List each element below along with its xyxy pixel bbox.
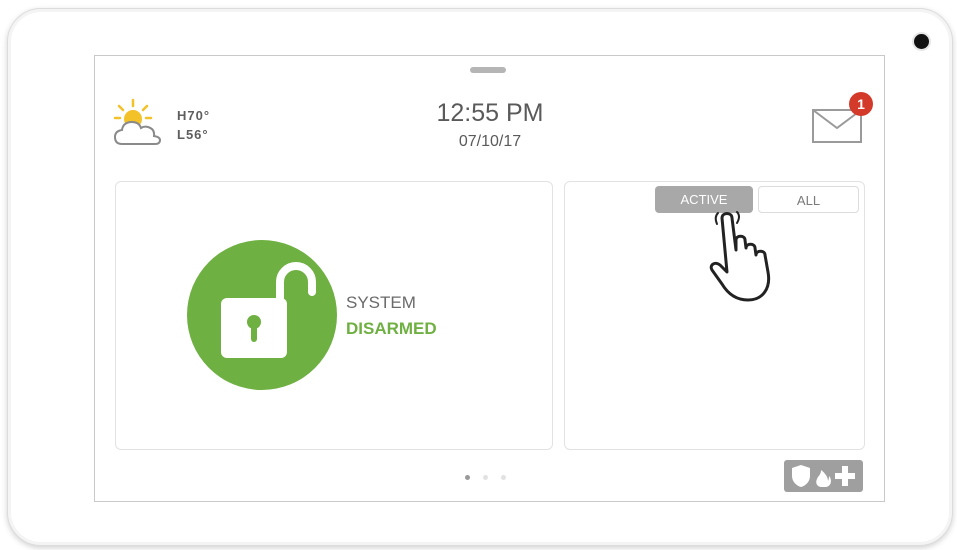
touchscreen: H70° L56° 12:55 PM 07/10/17 1 SYSTEM DIS… (94, 55, 885, 502)
tab-all[interactable]: ALL (758, 186, 859, 213)
page-dot-3[interactable] (501, 475, 506, 480)
current-date: 07/10/17 (458, 133, 522, 150)
temperature-readout: H70° L56° (177, 106, 210, 144)
emergency-icons (792, 465, 855, 487)
clock-widget: 12:55 PM 07/10/17 (395, 98, 585, 154)
tab-active[interactable]: ACTIVE (655, 186, 753, 213)
camera-icon (914, 34, 929, 49)
page-indicator (465, 467, 519, 485)
low-temperature: L56° (177, 127, 209, 142)
partly-cloudy-icon (113, 98, 162, 145)
pull-down-menu-handle[interactable] (470, 67, 506, 73)
unlocked-padlock-icon (221, 262, 316, 358)
weather-widget[interactable]: H70° L56° (113, 98, 243, 148)
current-time: 12:55 PM (436, 99, 544, 127)
sensor-list-panel: ACTIVE ALL (564, 181, 865, 450)
high-temperature: H70° (177, 108, 211, 123)
fire-icon (816, 470, 831, 487)
emergency-button[interactable] (784, 460, 863, 492)
page-dot-1[interactable] (465, 475, 470, 480)
disarmed-lock-button[interactable] (187, 240, 337, 390)
security-status-panel: SYSTEM DISARMED (115, 181, 553, 450)
pointing-hand-icon (709, 211, 771, 302)
unread-messages-badge: 1 (849, 92, 873, 116)
arming-state: DISARMED (346, 319, 437, 338)
shield-icon (792, 465, 810, 487)
system-status-text: SYSTEM DISARMED (346, 290, 437, 342)
medical-cross-icon (835, 466, 855, 486)
page-dot-2[interactable] (483, 475, 488, 480)
system-label: SYSTEM (346, 293, 416, 312)
